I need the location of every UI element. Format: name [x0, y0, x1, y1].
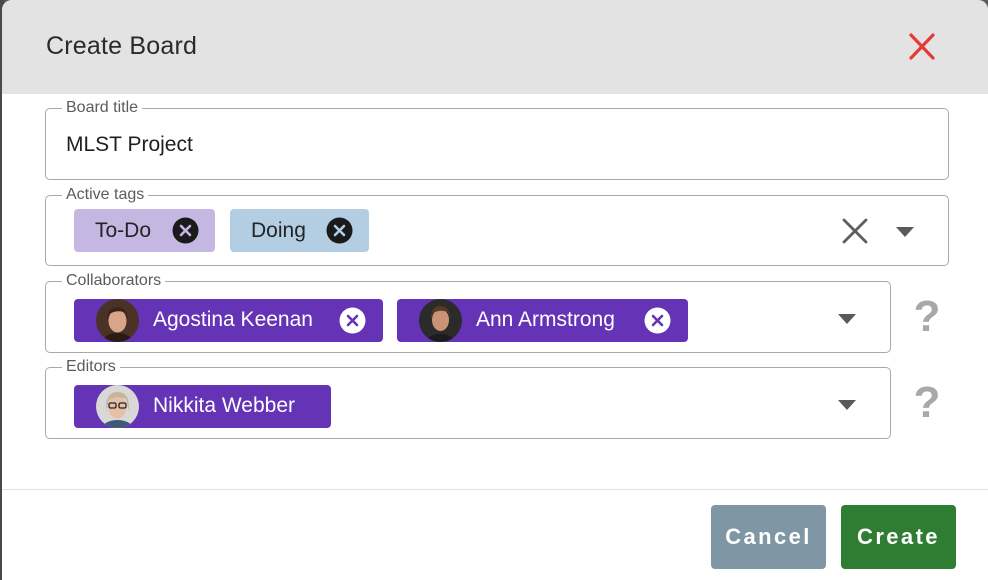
cancel-button[interactable]: Cancel — [711, 505, 826, 569]
active-tags-field[interactable]: Active tags To-Do Doing — [45, 186, 949, 266]
close-x-icon — [909, 33, 935, 60]
avatar — [96, 385, 139, 428]
footer-divider — [2, 489, 988, 490]
chevron-down-icon[interactable] — [895, 226, 915, 238]
clear-x-icon[interactable] — [841, 217, 869, 245]
board-title-field[interactable]: Board title MLST Project — [45, 99, 949, 180]
create-button[interactable]: Create — [841, 505, 956, 569]
remove-tag-icon[interactable] — [326, 217, 353, 244]
collaborators-field[interactable]: Collaborators Agostina Keenan Ann Armstr… — [45, 272, 891, 353]
tag-label: Doing — [251, 218, 306, 242]
chevron-down-icon[interactable] — [837, 399, 857, 411]
avatar — [96, 299, 139, 342]
collaborator-chip[interactable]: Ann Armstrong — [397, 299, 688, 342]
collaborator-name: Agostina Keenan — [153, 308, 313, 331]
dialog-header: Create Board — [2, 0, 988, 94]
active-tags-label: Active tags — [62, 186, 149, 204]
collaborator-name: Ann Armstrong — [476, 308, 615, 331]
board-title-label: Board title — [62, 99, 143, 117]
editor-name: Nikkita Webber — [153, 394, 295, 417]
collaborators-label: Collaborators — [62, 272, 166, 290]
collaborators-help-icon[interactable]: ? — [912, 292, 942, 342]
editor-chip[interactable]: Nikkita Webber — [74, 385, 331, 428]
tag-chip-todo[interactable]: To-Do — [74, 209, 215, 252]
chevron-down-icon[interactable] — [837, 313, 857, 325]
remove-tag-icon[interactable] — [172, 217, 199, 244]
close-button[interactable] — [902, 28, 942, 66]
editors-field[interactable]: Editors Nikkita Webber — [45, 358, 891, 439]
avatar — [419, 299, 462, 342]
editors-help-icon[interactable]: ? — [912, 378, 942, 428]
editors-label: Editors — [62, 358, 120, 376]
dialog-title: Create Board — [46, 32, 198, 60]
tag-chip-doing[interactable]: Doing — [230, 209, 369, 252]
remove-user-icon[interactable] — [644, 307, 671, 334]
collaborator-chip[interactable]: Agostina Keenan — [74, 299, 383, 342]
create-board-dialog: Create Board Board title MLST Project Ac… — [2, 0, 988, 580]
remove-user-icon[interactable] — [339, 307, 366, 334]
tag-label: To-Do — [95, 218, 152, 242]
board-title-value[interactable]: MLST Project — [66, 133, 193, 157]
